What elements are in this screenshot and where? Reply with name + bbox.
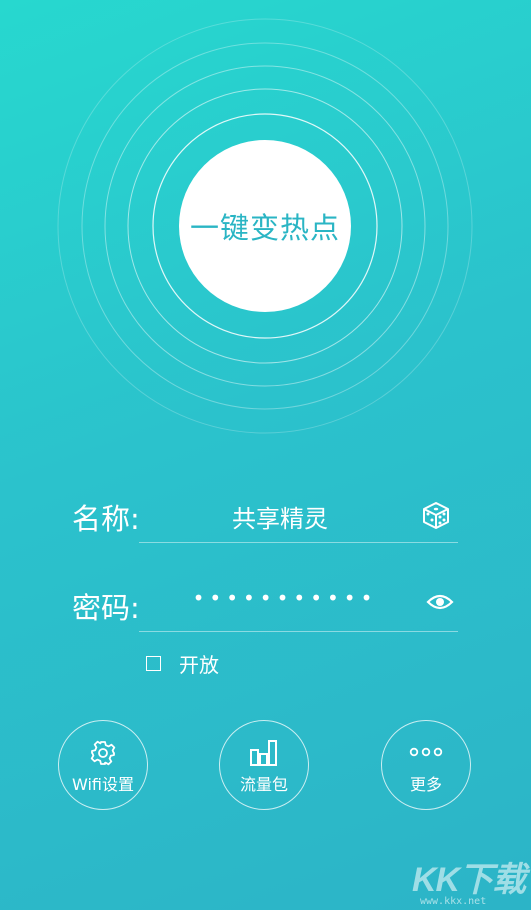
more-label: 更多 [409, 775, 442, 794]
password-field[interactable]: ••••••••••• [140, 586, 430, 610]
traffic-package-label: 流量包 [239, 775, 288, 794]
name-underline [139, 542, 458, 543]
watermark-url: www.kkx.net [420, 896, 487, 907]
traffic-package-button[interactable]: 流量包 [219, 720, 309, 810]
password-underline [139, 631, 458, 632]
wifi-settings-label: Wifi设置 [72, 775, 134, 794]
name-label: 名称: [72, 502, 140, 536]
open-checkbox[interactable] [146, 656, 161, 671]
more-button[interactable]: 更多 [381, 720, 471, 810]
name-field[interactable]: 共享精灵 [140, 499, 420, 534]
password-label: 密码: [72, 591, 140, 625]
hotspot-button-label: 一键变热点 [189, 211, 340, 245]
bar-chart-icon [250, 740, 277, 766]
watermark-logo: KK下载 [412, 861, 526, 899]
open-toggle[interactable]: 开放 [146, 649, 219, 678]
open-label: 开放 [179, 653, 219, 677]
gear-icon [90, 740, 116, 766]
wifi-settings-button[interactable]: Wifi设置 [58, 720, 148, 810]
dice-icon[interactable] [420, 498, 452, 530]
eye-icon[interactable] [426, 592, 454, 612]
app-screen: 一键变热点 名称: 共享精灵 密码: ••••••••••• 开放 Wifi设置… [0, 0, 531, 910]
watermark: KK下载 www.kkx.net [412, 852, 528, 910]
more-dots-icon [409, 747, 443, 757]
one-key-hotspot-button[interactable]: 一键变热点 [179, 140, 351, 312]
